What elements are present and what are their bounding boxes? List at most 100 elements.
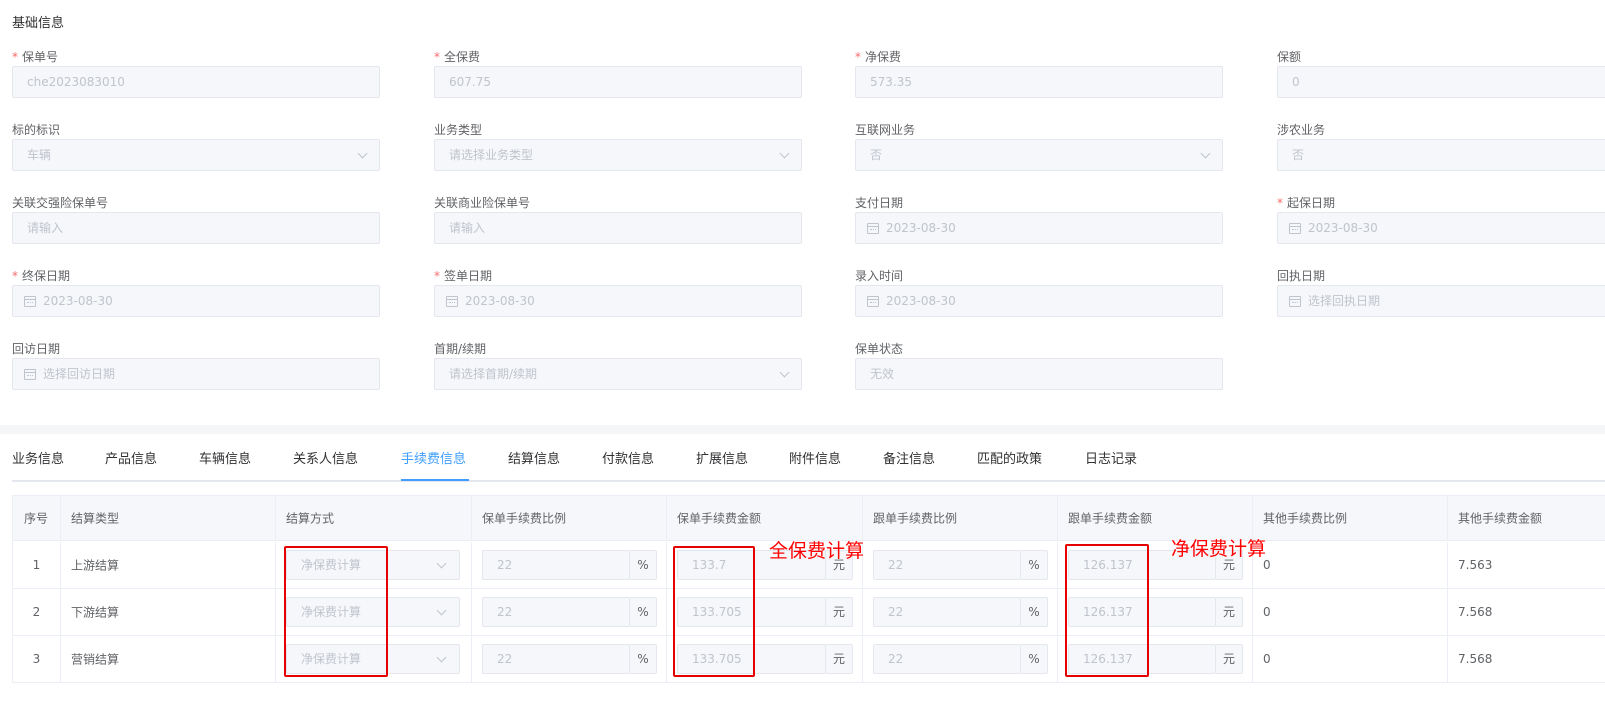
- tab-extension-info[interactable]: 扩展信息: [696, 448, 748, 467]
- doc-ratio-input[interactable]: 22: [873, 597, 1021, 627]
- chevron-down-icon: [779, 367, 790, 378]
- col-header-type: 结算类型: [71, 511, 120, 526]
- internet-business-select[interactable]: 否: [855, 139, 1223, 171]
- internet-business-label: 互联网业务: [855, 123, 916, 137]
- tab-business-info[interactable]: 业务信息: [12, 448, 64, 467]
- col-header-method: 结算方式: [286, 511, 335, 526]
- other-ratio: 0: [1263, 605, 1271, 619]
- first-renewal-select[interactable]: 请选择首期/续期: [434, 358, 802, 390]
- percent-suffix: %: [630, 597, 657, 627]
- agri-business-select[interactable]: 否: [1277, 139, 1605, 171]
- tab-remark-info[interactable]: 备注信息: [883, 448, 935, 467]
- other-amount: 7.563: [1458, 558, 1493, 572]
- first-renewal-label: 首期/续期: [434, 342, 487, 356]
- subject-mark-field: 标的标识 车辆: [12, 122, 380, 171]
- net-premium-input[interactable]: 573.35: [855, 66, 1223, 98]
- policy-ratio-input[interactable]: 22: [482, 597, 630, 627]
- policy-ratio-input[interactable]: 22: [482, 644, 630, 674]
- related-commercial-label: 关联商业险保单号: [434, 196, 531, 210]
- receipt-date-picker[interactable]: 选择回执日期: [1277, 285, 1605, 317]
- sign-date-label: * 签单日期: [434, 269, 493, 283]
- sign-date-field: * 签单日期 2023-08-30: [434, 268, 802, 317]
- end-date-label: * 终保日期: [12, 269, 71, 283]
- chevron-down-icon: [436, 652, 447, 663]
- policy-no-input[interactable]: che2023083010: [12, 66, 380, 98]
- receipt-date-placeholder: 选择回执日期: [1308, 294, 1381, 308]
- start-date-field: * 起保日期 2023-08-30: [1277, 195, 1605, 244]
- calendar-icon: [24, 369, 36, 380]
- revisit-date-picker[interactable]: 选择回访日期: [12, 358, 380, 390]
- chevron-down-icon: [357, 148, 368, 159]
- payment-date-field: 支付日期 2023-08-30: [855, 195, 1223, 244]
- policy-status-label: 保单状态: [855, 342, 904, 356]
- agri-business-field: 涉农业务 否: [1277, 122, 1605, 171]
- yuan-suffix: 元: [1216, 644, 1243, 674]
- yuan-suffix: 元: [826, 597, 853, 627]
- other-amount: 7.568: [1458, 605, 1493, 619]
- start-date-picker[interactable]: 2023-08-30: [1277, 212, 1605, 244]
- annotation-box-doc-amount: [1065, 544, 1149, 677]
- percent-suffix: %: [1021, 644, 1048, 674]
- tab-matched-policy[interactable]: 匹配的政策: [977, 448, 1042, 467]
- payment-date-picker[interactable]: 2023-08-30: [855, 212, 1223, 244]
- agri-business-label: 涉农业务: [1277, 123, 1326, 137]
- start-date-label: * 起保日期: [1277, 196, 1336, 210]
- end-date-field: * 终保日期 2023-08-30: [12, 268, 380, 317]
- percent-suffix: %: [630, 644, 657, 674]
- required-mark: *: [855, 50, 861, 64]
- internet-business-value: 否: [870, 148, 883, 162]
- subject-mark-select[interactable]: 车辆: [12, 139, 380, 171]
- subject-mark-label: 标的标识: [12, 123, 61, 137]
- entry-time-picker[interactable]: 2023-08-30: [855, 285, 1223, 317]
- revisit-date-label: 回访日期: [12, 342, 61, 356]
- required-mark: *: [434, 269, 440, 283]
- row-type: 上游结算: [71, 558, 120, 573]
- full-premium-input[interactable]: 607.75: [434, 66, 802, 98]
- tab-attachment-info[interactable]: 附件信息: [789, 448, 841, 467]
- yuan-suffix: 元: [826, 644, 853, 674]
- start-date-value: 2023-08-30: [1308, 221, 1378, 235]
- required-mark: *: [1277, 196, 1283, 210]
- end-date-value: 2023-08-30: [43, 294, 113, 308]
- full-premium-label: * 全保费: [434, 50, 481, 64]
- doc-ratio-input[interactable]: 22: [873, 550, 1021, 580]
- col-header-no: 序号: [24, 511, 49, 526]
- calendar-icon: [1289, 296, 1301, 307]
- tab-settlement-info[interactable]: 结算信息: [508, 448, 560, 467]
- section-divider: [0, 425, 1605, 434]
- tab-vehicle-info[interactable]: 车辆信息: [199, 448, 251, 467]
- business-type-select[interactable]: 请选择业务类型: [434, 139, 802, 171]
- related-compulsory-input[interactable]: 请输入: [12, 212, 380, 244]
- first-renewal-field: 首期/续期 请选择首期/续期: [434, 341, 802, 390]
- tab-payment-info[interactable]: 付款信息: [602, 448, 654, 467]
- col-header-doc-amount: 跟单手续费金额: [1068, 511, 1153, 526]
- calendar-icon: [24, 296, 36, 307]
- policy-status-input[interactable]: 无效: [855, 358, 1223, 390]
- tab-product-info[interactable]: 产品信息: [105, 448, 157, 467]
- internet-business-field: 互联网业务 否: [855, 122, 1223, 171]
- section-title: 基础信息: [12, 16, 65, 31]
- chevron-down-icon: [436, 605, 447, 616]
- row-type: 下游结算: [71, 605, 120, 620]
- detail-tabs: 业务信息 产品信息 车辆信息 关系人信息 手续费信息 结算信息 付款信息 扩展信…: [12, 434, 1605, 482]
- col-header-doc-ratio: 跟单手续费比例: [873, 511, 958, 526]
- other-ratio: 0: [1263, 652, 1271, 666]
- table-row: 3 营销结算 净保费计算 22% 133.705 元 22% 126.137 元 0…: [13, 636, 1605, 683]
- required-mark: *: [12, 50, 18, 64]
- tab-log-records[interactable]: 日志记录: [1085, 448, 1137, 467]
- entry-time-field: 录入时间 2023-08-30: [855, 268, 1223, 317]
- required-mark: *: [12, 269, 18, 283]
- percent-suffix: %: [1021, 550, 1048, 580]
- chevron-down-icon: [436, 558, 447, 569]
- annotation-box-policy-amount: [673, 546, 755, 677]
- row-type: 营销结算: [71, 652, 120, 667]
- end-date-picker[interactable]: 2023-08-30: [12, 285, 380, 317]
- policy-ratio-input[interactable]: 22: [482, 550, 630, 580]
- tab-commission-info[interactable]: 手续费信息: [401, 448, 466, 467]
- insured-amount-input[interactable]: 0: [1277, 66, 1605, 98]
- payment-date-label: 支付日期: [855, 196, 904, 210]
- doc-ratio-input[interactable]: 22: [873, 644, 1021, 674]
- related-commercial-input[interactable]: 请输入: [434, 212, 802, 244]
- tab-party-info[interactable]: 关系人信息: [293, 448, 358, 467]
- sign-date-picker[interactable]: 2023-08-30: [434, 285, 802, 317]
